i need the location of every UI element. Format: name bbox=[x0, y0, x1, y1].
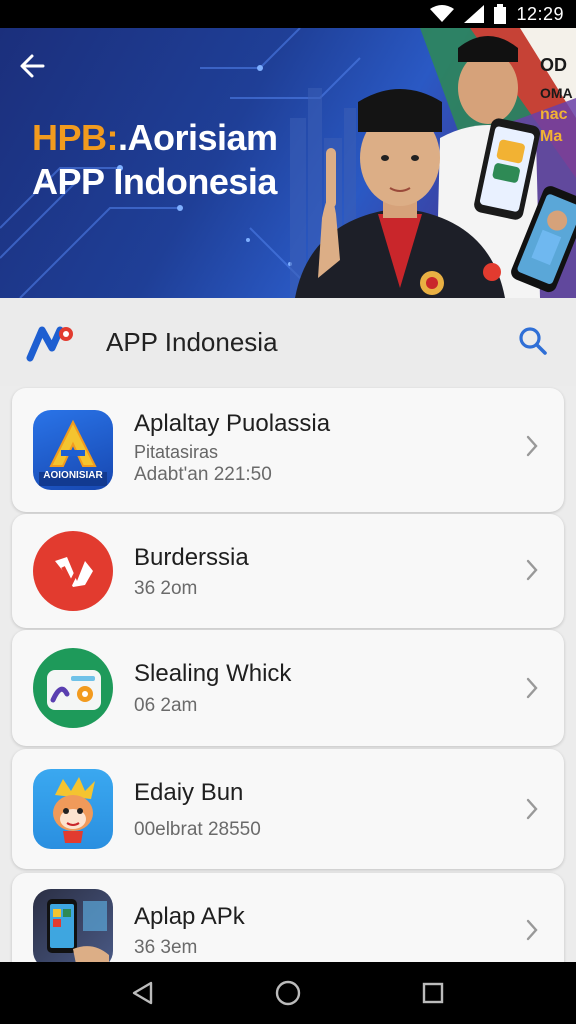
hero-side-text-1: OD bbox=[540, 55, 567, 75]
app-meta: 00elbrat 28550 bbox=[134, 819, 261, 840]
app-meta: Adabt'an 221:50 bbox=[134, 464, 272, 485]
chevron-right-icon bbox=[526, 677, 538, 699]
app-meta: 06 2am bbox=[134, 695, 198, 716]
hero-title-accent: HPB: bbox=[32, 117, 119, 158]
square-recents-icon bbox=[423, 982, 444, 1004]
app-name: Aplaltay Puolassia bbox=[134, 410, 331, 437]
wifi-icon bbox=[430, 5, 455, 23]
app-icon-label: AOIONISIAR bbox=[43, 470, 103, 481]
app-meta: 36 3em bbox=[134, 937, 198, 958]
circle-home-icon bbox=[275, 980, 301, 1006]
chevron-right-icon bbox=[526, 919, 538, 941]
status-bar: 12:29 bbox=[0, 0, 576, 28]
app-name: Aplap APk bbox=[134, 903, 245, 930]
hero-side-text-4: Ma bbox=[540, 128, 563, 145]
list-item[interactable]: Burderssia 36 2om bbox=[12, 514, 564, 628]
app-icon-burderssia bbox=[33, 531, 113, 611]
nav-recents-button[interactable] bbox=[413, 973, 453, 1013]
app-name: Edaiy Bun bbox=[134, 779, 244, 806]
app-name: Burderssia bbox=[134, 544, 249, 571]
chevron-right-icon bbox=[526, 798, 538, 820]
list-item[interactable]: Edaiy Bun 00elbrat 28550 bbox=[12, 749, 564, 869]
signal-icon bbox=[464, 5, 485, 23]
list-item[interactable]: AOIONISIAR Aplaltay Puolassia Pitatasira… bbox=[12, 388, 564, 512]
page-title: APP Indonesia bbox=[106, 326, 278, 357]
hero-title: HPB:.Aorisiam APP Indonesia bbox=[32, 116, 278, 204]
chevron-right-icon bbox=[526, 435, 538, 457]
chevron-right-icon bbox=[526, 559, 538, 581]
triangle-back-icon bbox=[132, 981, 152, 1005]
app-header: APP Indonesia bbox=[0, 298, 576, 386]
app-icon-aplap bbox=[33, 889, 113, 969]
app-icon-aplaltay: AOIONISIAR bbox=[33, 410, 113, 490]
status-time: 12:29 bbox=[516, 3, 564, 24]
arrow-left-icon bbox=[20, 54, 45, 78]
nav-back-button[interactable] bbox=[123, 973, 163, 1013]
hero-title-line2: APP Indonesia bbox=[32, 161, 277, 202]
search-button[interactable] bbox=[516, 324, 550, 358]
list-item[interactable]: Slealing Whick 06 2am bbox=[12, 630, 564, 746]
hero-side-text-3: nac bbox=[540, 106, 568, 123]
hero-title-rest: .Aorisiam bbox=[118, 117, 278, 158]
app-icon-slealing bbox=[33, 648, 113, 728]
hero-side-text-2: OMA bbox=[540, 85, 573, 101]
navigation-bar bbox=[0, 962, 576, 1024]
nav-home-button[interactable] bbox=[268, 973, 308, 1013]
hero-side-text: OD OMA nac Ma bbox=[540, 54, 576, 148]
app-icon-edaiy bbox=[33, 769, 113, 849]
app-meta: 36 2om bbox=[134, 578, 198, 599]
app-subtitle: Pitatasiras bbox=[134, 442, 219, 462]
app-name: Slealing Whick bbox=[134, 660, 292, 687]
hero-banner: HPB:.Aorisiam APP Indonesia OD OMA nac M… bbox=[0, 28, 576, 298]
back-button[interactable] bbox=[14, 48, 50, 84]
search-icon bbox=[519, 327, 547, 355]
battery-icon bbox=[494, 4, 507, 24]
app-logo-icon bbox=[26, 326, 73, 362]
